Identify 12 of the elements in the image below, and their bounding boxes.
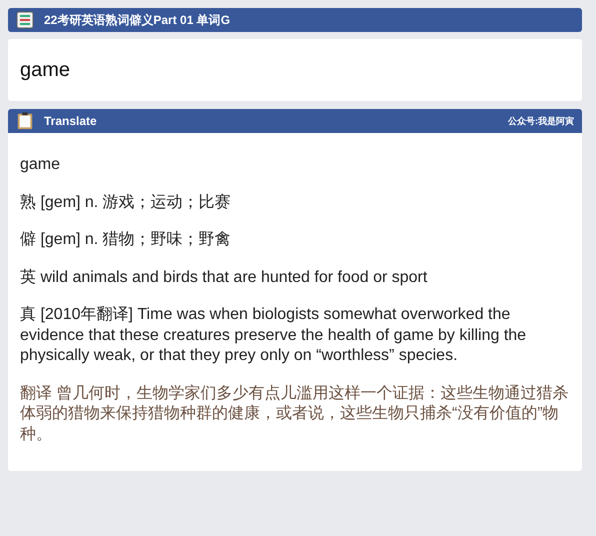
clipboard-icon xyxy=(16,112,34,130)
definition-text: 真 [2010年翻译] Time was when biologists somewhat overworked the evidence that these creatures preserve the health of game by killing the physically weak, or that they prey only on “worthless” species. xyxy=(20,305,528,366)
translate-title: Translate xyxy=(44,114,97,128)
definition-text: 僻 [gem] n. 猎物；野味；野禽 xyxy=(20,230,232,250)
word-text: game xyxy=(20,58,70,82)
list-icon xyxy=(16,11,34,29)
account-note: 公众号:我是阿寅 xyxy=(508,114,574,128)
word-text: game xyxy=(20,155,62,175)
definition-text: 英 wild animals and birds that are hunted for food or sport xyxy=(20,268,428,288)
translation-text: 翻译 曾几何时，生物学家们多少有点儿滥用这样一个证据：这些生物通过猎杀体弱的猎物来保持猎物种群的健康，或者说，这些生物只捕杀“没有价值的”物种。 xyxy=(20,384,570,444)
definition-text: 熟 [gem] n. 游戏；运动；比赛 xyxy=(20,192,232,212)
header-title: 22考研英语熟词僻义Part 01 单词G xyxy=(44,12,230,28)
